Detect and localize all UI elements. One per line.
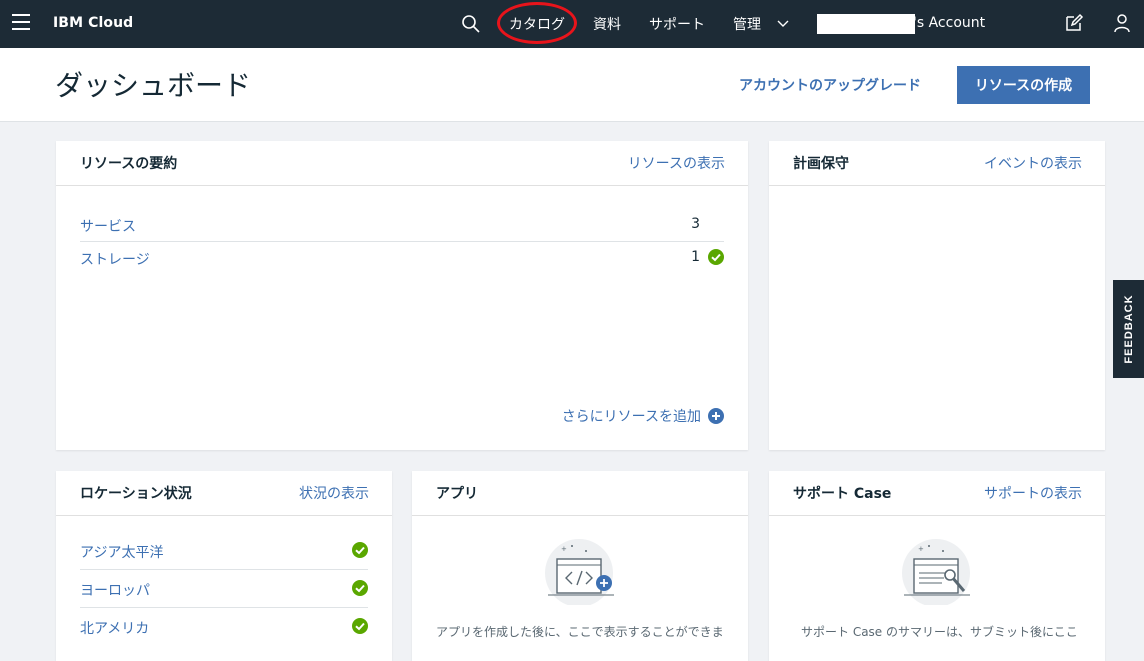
support-wrench-illustration-icon: + bbox=[902, 539, 970, 605]
card-title: アプリ bbox=[436, 486, 478, 502]
card-title: サポート Case bbox=[793, 486, 892, 502]
resource-storage-link[interactable]: ストレージ bbox=[80, 249, 150, 269]
check-circle-icon bbox=[352, 542, 368, 558]
list-item: ストレージ 1 bbox=[80, 241, 724, 274]
view-status-link[interactable]: 状況の表示 bbox=[299, 483, 369, 503]
view-resources-link[interactable]: リソースの表示 bbox=[628, 153, 725, 173]
nav-support[interactable]: サポート bbox=[649, 14, 705, 34]
hamburger-menu-icon[interactable] bbox=[12, 14, 30, 32]
card-title: ロケーション状況 bbox=[80, 486, 192, 502]
list-item: ヨーロッパ bbox=[80, 569, 368, 608]
create-resource-button[interactable]: リソースの作成 bbox=[957, 66, 1090, 104]
planned-maintenance-card: 計画保守 イベントの表示 bbox=[769, 141, 1105, 450]
page-title: ダッシュボード bbox=[55, 69, 252, 102]
check-circle-icon bbox=[708, 249, 724, 265]
feedback-label: FEEDBACK bbox=[1122, 294, 1135, 364]
view-events-link[interactable]: イベントの表示 bbox=[984, 153, 1082, 173]
highlight-annotation bbox=[497, 2, 577, 44]
card-header: アプリ bbox=[412, 471, 748, 516]
apps-card: アプリ + アプリを作成した後に、ここで表示することができま bbox=[412, 471, 748, 661]
check-circle-icon bbox=[352, 618, 368, 634]
account-switcher[interactable]: 's Account bbox=[913, 15, 985, 31]
card-title: 計画保守 bbox=[793, 156, 849, 172]
card-header: サポート Case サポートの表示 bbox=[769, 471, 1105, 516]
resource-count: 3 bbox=[691, 216, 700, 232]
edit-icon[interactable] bbox=[1064, 13, 1084, 33]
upgrade-account-link[interactable]: アカウントのアップグレード bbox=[739, 75, 921, 95]
resource-services-link[interactable]: サービス bbox=[80, 216, 136, 236]
list-item: アジア太平洋 bbox=[80, 531, 368, 570]
location-north-america-link[interactable]: 北アメリカ bbox=[80, 618, 149, 638]
list-item: サービス 3 bbox=[80, 208, 724, 242]
support-cases-card: サポート Case サポートの表示 + サポート Case のサマリーは、サブミ… bbox=[769, 471, 1105, 661]
search-icon[interactable] bbox=[461, 14, 481, 34]
nav-manage[interactable]: 管理 bbox=[733, 14, 761, 34]
nav-docs[interactable]: 資料 bbox=[593, 14, 621, 34]
add-more-resources-link[interactable]: さらにリソースを追加 bbox=[562, 406, 724, 426]
add-circle-icon bbox=[708, 408, 724, 424]
card-header: ロケーション状況 状況の表示 bbox=[56, 471, 392, 516]
svg-text:+: + bbox=[561, 545, 567, 553]
app-code-illustration-icon: + bbox=[545, 539, 614, 605]
card-title: リソースの要約 bbox=[80, 156, 178, 172]
view-support-link[interactable]: サポートの表示 bbox=[984, 483, 1082, 503]
location-status-card: ロケーション状況 状況の表示 アジア太平洋 ヨーロッパ 北アメリカ bbox=[56, 471, 392, 661]
page-header: ダッシュボード アカウントのアップグレード リソースの作成 bbox=[0, 48, 1144, 122]
top-nav: IBM Cloud カタログ 資料 サポート 管理 's Account bbox=[0, 0, 1144, 48]
list-item: 北アメリカ bbox=[80, 607, 368, 645]
apps-empty-message: アプリを作成した後に、ここで表示することができま bbox=[436, 625, 724, 639]
account-name-redacted bbox=[817, 14, 915, 34]
add-more-label: さらにリソースを追加 bbox=[561, 409, 701, 425]
resource-summary-card: リソースの要約 リソースの表示 サービス 3 ストレージ 1 さらにリソースを追… bbox=[56, 141, 748, 450]
location-europe-link[interactable]: ヨーロッパ bbox=[80, 580, 150, 600]
resource-count: 1 bbox=[691, 249, 700, 265]
brand-logo[interactable]: IBM Cloud bbox=[53, 15, 133, 31]
svg-text:+: + bbox=[918, 545, 924, 553]
chevron-down-icon[interactable] bbox=[776, 17, 790, 31]
location-asia-pacific-link[interactable]: アジア太平洋 bbox=[80, 542, 163, 562]
card-header: 計画保守 イベントの表示 bbox=[769, 141, 1105, 186]
check-circle-icon bbox=[352, 580, 368, 596]
support-empty-message: サポート Case のサマリーは、サブミット後にここ bbox=[801, 625, 1078, 639]
feedback-tab[interactable]: FEEDBACK bbox=[1113, 280, 1144, 378]
user-icon[interactable] bbox=[1113, 13, 1131, 33]
card-header: リソースの要約 リソースの表示 bbox=[56, 141, 748, 186]
